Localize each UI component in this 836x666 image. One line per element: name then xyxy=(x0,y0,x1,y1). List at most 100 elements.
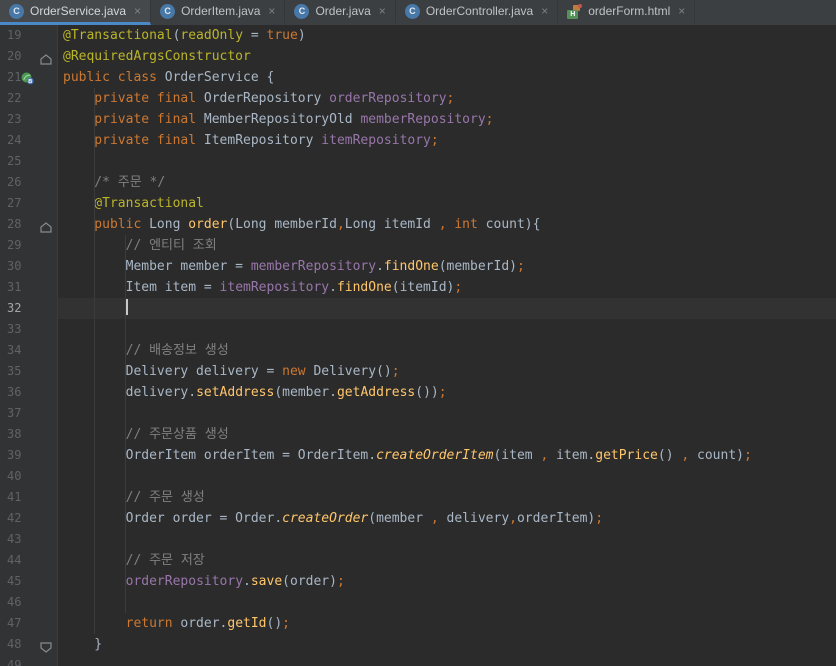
code-text[interactable]: // 주문 저장 xyxy=(58,550,836,571)
code-text[interactable]: Item item = itemRepository.findOne(itemI… xyxy=(58,277,836,298)
line-number: 25 xyxy=(7,154,22,168)
line-number: 47 xyxy=(7,616,22,630)
code-text[interactable]: } xyxy=(58,634,836,655)
code-text[interactable]: public Long order(Long memberId,Long ite… xyxy=(58,214,836,235)
code-line: 24 private final ItemRepository itemRepo… xyxy=(0,130,836,151)
line-number: 40 xyxy=(7,469,22,483)
code-token: (item xyxy=(493,448,541,463)
code-text[interactable]: return order.getId(); xyxy=(58,613,836,634)
code-text[interactable]: public class OrderService { xyxy=(58,67,836,88)
code-text[interactable]: private final MemberRepositoryOld member… xyxy=(58,109,836,130)
code-token: return xyxy=(63,616,173,631)
code-line: 20 @RequiredArgsConstructor xyxy=(0,46,836,67)
code-token: (member. xyxy=(274,385,337,400)
code-text[interactable]: // 배송정보 생성 xyxy=(58,340,836,361)
code-token: () xyxy=(657,448,682,463)
code-text[interactable]: private final OrderRepository orderRepos… xyxy=(58,88,836,109)
tab-orderservice-java[interactable]: C OrderService.java × xyxy=(0,0,152,25)
code-text[interactable]: // 주문상품 생성 xyxy=(58,424,836,445)
code-token: . xyxy=(243,574,251,589)
editor-gutter-cell: 25 xyxy=(0,151,58,172)
code-text[interactable]: orderRepository.save(order); xyxy=(58,571,836,592)
tab-close-icon[interactable]: × xyxy=(379,5,386,17)
code-token: , xyxy=(438,217,447,232)
tab-orderitem-java[interactable]: C OrderItem.java × xyxy=(151,0,286,25)
tab-ordercontroller-java[interactable]: C OrderController.java × xyxy=(396,0,559,25)
line-number: 19 xyxy=(7,28,22,42)
editor-gutter-cell: 31 xyxy=(0,277,58,298)
tab-orderform-html[interactable]: HorderForm.html × xyxy=(558,0,696,25)
editor-gutter-cell: 46 xyxy=(0,592,58,613)
code-text[interactable]: Order order = Order.createOrder(member ,… xyxy=(58,508,836,529)
code-token: memberRepository xyxy=(360,112,486,127)
editor-gutter-cell: 44 xyxy=(0,550,58,571)
tab-close-icon[interactable]: × xyxy=(541,5,548,17)
editor-gutter-cell: 33 xyxy=(0,319,58,340)
code-text[interactable] xyxy=(58,151,836,172)
code-text[interactable]: Delivery delivery = new Delivery(); xyxy=(58,361,836,382)
editor-gutter-cell: 49 xyxy=(0,655,58,666)
code-text[interactable] xyxy=(58,655,836,666)
code-token: public xyxy=(63,217,150,232)
code-token: ) xyxy=(297,28,306,43)
code-token: @RequiredArgsConstructor xyxy=(63,49,251,64)
code-token: readOnly xyxy=(180,28,244,43)
line-number: 37 xyxy=(7,406,22,420)
tab-close-icon[interactable]: × xyxy=(268,5,275,17)
code-token: MemberRepositoryOld xyxy=(203,112,361,127)
line-number: 44 xyxy=(7,553,22,567)
code-text[interactable]: OrderItem orderItem = OrderItem.createOr… xyxy=(58,445,836,466)
code-text[interactable] xyxy=(58,466,836,487)
code-token: ; xyxy=(454,280,463,295)
tab-label: OrderController.java xyxy=(425,4,534,18)
tab-order-java[interactable]: C Order.java × xyxy=(285,0,396,25)
code-text[interactable]: delivery.setAddress(member.getAddress())… xyxy=(58,382,836,403)
code-line: 47 return order.getId(); xyxy=(0,613,836,634)
code-text[interactable]: @Transactional xyxy=(58,193,836,214)
code-text[interactable] xyxy=(58,319,836,340)
tab-close-icon[interactable]: × xyxy=(134,5,141,17)
line-number: 27 xyxy=(7,196,22,210)
code-token: count) xyxy=(689,448,744,463)
line-number: 49 xyxy=(7,658,22,666)
tab-label: OrderService.java xyxy=(30,4,127,18)
code-token: (order) xyxy=(282,574,337,589)
tab-close-icon[interactable]: × xyxy=(678,5,685,17)
code-line: 48 } xyxy=(0,634,836,655)
code-text[interactable] xyxy=(58,592,836,613)
editor-gutter-cell: 36 xyxy=(0,382,58,403)
code-text[interactable]: private final ItemRepository itemReposit… xyxy=(58,130,836,151)
code-text[interactable]: @Transactional(readOnly = true) xyxy=(58,25,836,46)
code-token: // 주문상품 생성 xyxy=(63,427,229,442)
code-text[interactable]: @RequiredArgsConstructor xyxy=(58,46,836,67)
java-class-icon: C xyxy=(160,3,176,19)
code-token: OrderItem orderItem = OrderItem. xyxy=(63,448,377,463)
code-text[interactable] xyxy=(58,529,836,550)
code-token: OrderRepository xyxy=(203,91,330,106)
code-text[interactable] xyxy=(58,298,836,319)
line-number: 23 xyxy=(7,112,22,126)
line-number: 31 xyxy=(7,280,22,294)
editor-gutter-cell: 38 xyxy=(0,424,58,445)
code-token: , xyxy=(681,448,690,463)
line-number: 29 xyxy=(7,238,22,252)
code-text[interactable]: // 주문 생성 xyxy=(58,487,836,508)
editor-gutter-cell: 28 xyxy=(0,214,58,235)
tab-label: OrderItem.java xyxy=(181,4,261,18)
code-text[interactable]: // 엔티티 조회 xyxy=(58,235,836,256)
line-number: 34 xyxy=(7,343,22,357)
code-token: int xyxy=(454,217,478,232)
code-text[interactable] xyxy=(58,403,836,424)
code-token: private final xyxy=(63,112,204,127)
code-line: 26 /* 주문 */ xyxy=(0,172,836,193)
line-number: 41 xyxy=(7,490,22,504)
editor-gutter-cell: 29 xyxy=(0,235,58,256)
code-text[interactable]: Member member = memberRepository.findOne… xyxy=(58,256,836,277)
editor-gutter-cell: 45 xyxy=(0,571,58,592)
indent-guide xyxy=(125,235,126,613)
code-token: createOrder xyxy=(282,511,369,526)
code-text[interactable]: /* 주문 */ xyxy=(58,172,836,193)
ide-window: C OrderService.java × C OrderItem.java × C Orde… xyxy=(0,0,836,666)
code-token: orderRepository xyxy=(329,91,447,106)
code-token: () xyxy=(266,616,283,631)
